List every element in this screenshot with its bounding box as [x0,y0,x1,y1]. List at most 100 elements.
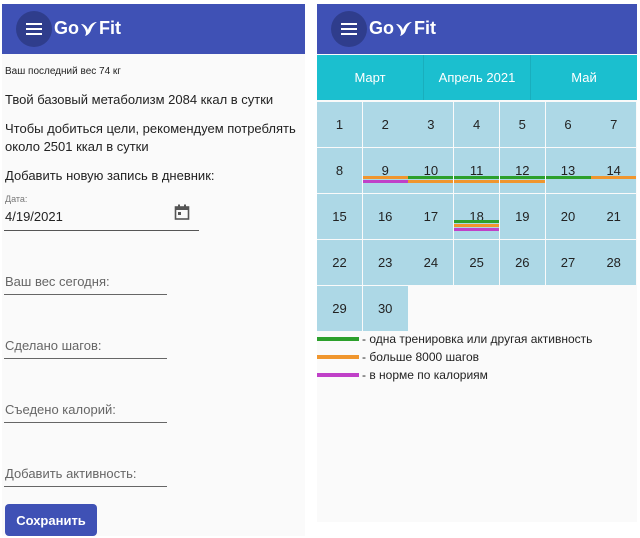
menu-icon[interactable] [16,11,52,47]
calendar-day[interactable]: 24 [408,240,454,285]
orange-mark [499,180,545,183]
calendar-day[interactable]: 29 [317,286,362,331]
orange-swatch [317,355,359,359]
app-bar: Go Fit [2,4,305,54]
calendar-day[interactable]: 6 [545,102,591,147]
calendar-day[interactable]: 16 [362,194,408,239]
calories-placeholder: Съедено калорий: [5,402,116,417]
tab-next-month[interactable]: Май [531,55,637,100]
legend-item: - одна тренировка или другая активность [317,330,592,348]
calendar-day[interactable]: 30 [362,286,408,331]
diary-screen: Go Fit Ваш последний вес 74 кг Твой базо… [2,4,305,536]
orange-mark [454,224,500,227]
last-weight-text: Ваш последний вес 74 кг [5,66,121,77]
day-number: 28 [606,255,621,270]
calendar-day[interactable]: 13 [545,148,591,193]
tab-current-month[interactable]: Апрель 2021 [424,55,531,100]
calendar-day[interactable]: 1 [317,102,362,147]
bird-icon [81,21,97,36]
calendar-day[interactable]: 17 [408,194,454,239]
day-number: 27 [560,255,576,270]
day-number: 24 [423,255,439,270]
steps-placeholder: Сделано шагов: [5,338,102,353]
day-number: 26 [515,255,530,270]
day-number: 21 [606,209,621,224]
menu-icon[interactable] [331,11,367,47]
day-number: 25 [469,255,484,270]
calendar-day[interactable]: 22 [317,240,362,285]
day-number: 17 [423,209,439,224]
calendar-day[interactable]: 28 [591,240,637,285]
green-mark [545,176,591,179]
calendar-day[interactable]: 18 [454,194,500,239]
calendar-day[interactable]: 3 [408,102,454,147]
orange-mark [454,180,500,183]
legend-label: - в норме по калориям [362,368,488,382]
calendar-day[interactable]: 4 [454,102,500,147]
day-number: 2 [381,117,389,132]
calendar-day[interactable]: 10 [408,148,454,193]
calendar-day[interactable]: 21 [591,194,637,239]
calendar-day[interactable]: 8 [317,148,362,193]
month-tabs: Март Апрель 2021 Май [317,55,637,100]
day-number: 15 [332,209,347,224]
activity-input[interactable]: Добавить активность: [4,466,168,487]
date-underline [4,230,199,231]
calendar-day[interactable]: 19 [499,194,545,239]
green-mark [454,176,500,179]
day-number: 22 [332,255,347,270]
day-number: 6 [564,117,572,132]
activity-placeholder: Добавить активность: [5,466,137,481]
app-logo: Go Fit [54,18,121,38]
legend-item: - больше 8000 шагов [317,348,592,366]
calendar-legend: - одна тренировка или другая активность -… [317,330,592,384]
purple-mark [454,228,500,231]
calendar-day[interactable]: 20 [545,194,591,239]
recommend-text-line2: около 2501 ккал в сутки [5,139,149,154]
day-number: 3 [427,117,435,132]
orange-mark [408,180,454,183]
orange-mark [591,176,637,179]
day-number: 7 [610,117,618,132]
metabolism-text: Твой базовый метаболизм 2084 ккал в сутк… [5,92,274,107]
calendar-day[interactable]: 9 [362,148,408,193]
legend-item: - в норме по калориям [317,366,592,384]
recommend-text-line1: Чтобы добиться цели, рекомендуем потребл… [5,121,296,136]
tab-prev-month[interactable]: Март [317,55,424,100]
weight-placeholder: Ваш вес сегодня: [5,274,110,289]
calendar-day[interactable]: 12 [499,148,545,193]
calendar-day[interactable]: 5 [499,102,545,147]
day-number: 23 [377,255,393,270]
calendar-day[interactable]: 11 [454,148,500,193]
purple-mark [362,180,408,183]
bird-icon [396,21,412,36]
steps-input[interactable]: Сделано шагов: [4,338,168,359]
day-number: 1 [335,117,344,132]
calendar-icon[interactable] [174,204,190,220]
calendar-day[interactable]: 15 [317,194,362,239]
legend-label: - больше 8000 шагов [362,350,479,364]
green-mark [499,176,545,179]
weight-input[interactable]: Ваш вес сегодня: [4,274,168,295]
day-number: 19 [515,209,530,224]
calendar-day[interactable]: 23 [362,240,408,285]
green-mark [454,220,500,223]
save-button[interactable]: Сохранить [5,504,97,536]
day-number: 29 [332,301,347,316]
date-field[interactable]: 4/19/2021 [5,209,63,224]
green-mark [408,176,454,179]
date-label: Дата: [5,194,28,204]
calendar-day[interactable]: 7 [591,102,637,147]
day-number: 20 [560,209,576,224]
calendar-day[interactable]: 27 [545,240,591,285]
app-logo: Go Fit [369,18,436,38]
calendar-screen: Go Fit Март Апрель 2021 Май 1 2 3 4 5 6 7 8 9 10 1… [317,4,637,522]
calendar-day[interactable]: 26 [499,240,545,285]
calendar-day[interactable]: 14 [591,148,637,193]
calendar-day[interactable]: 2 [362,102,408,147]
green-swatch [317,337,359,341]
legend-label: - одна тренировка или другая активность [362,332,593,346]
calendar-day[interactable]: 25 [454,240,500,285]
day-number: 16 [377,209,393,224]
calories-input[interactable]: Съедено калорий: [4,402,168,423]
